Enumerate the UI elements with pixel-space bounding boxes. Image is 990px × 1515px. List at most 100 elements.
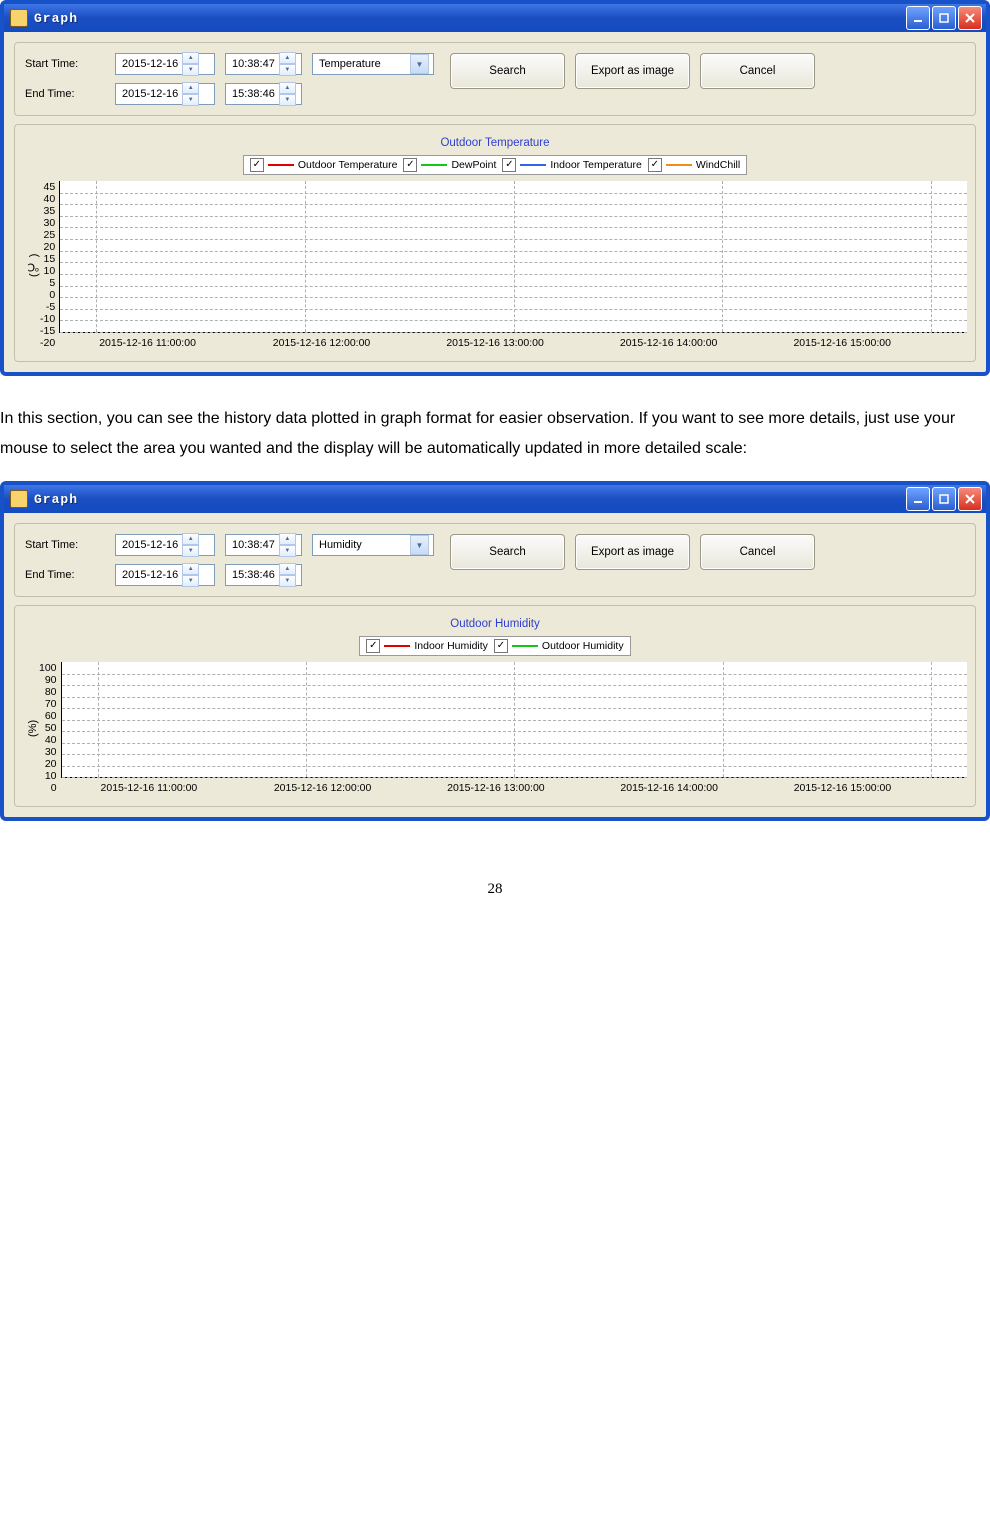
legend-label: Indoor Temperature <box>550 159 641 171</box>
legend-label: Outdoor Temperature <box>298 159 398 171</box>
y-axis: 1009080706050403020100 <box>39 662 61 794</box>
controls-panel: Start Time: 2015-12-16 ▲ ▼ 10:38:47 ▲ ▼ … <box>14 42 976 116</box>
spin-up-icon[interactable]: ▲ <box>182 82 199 94</box>
page-number: 28 <box>0 881 990 898</box>
y-tick: 0 <box>39 782 57 794</box>
x-axis: 2015-12-16 11:00:002015-12-16 12:00:0020… <box>101 782 967 794</box>
close-button[interactable] <box>958 6 982 30</box>
y-tick: 40 <box>40 193 55 205</box>
end-date-input[interactable]: 2015-12-16 ▲ ▼ <box>115 564 215 586</box>
plot-area[interactable] <box>61 662 967 778</box>
x-tick: 2015-12-16 13:00:00 <box>447 782 620 794</box>
y-tick: -15 <box>40 325 55 337</box>
spin-up-icon[interactable]: ▲ <box>182 563 199 575</box>
titlebar[interactable]: Graph <box>4 485 986 513</box>
minimize-button[interactable] <box>906 6 930 30</box>
chart-panel: Outdoor Humidity ✓ Indoor Humidity ✓ Out… <box>14 605 976 807</box>
x-tick: 2015-12-16 12:00:00 <box>273 337 447 349</box>
spin-up-icon[interactable]: ▲ <box>182 533 199 545</box>
spin-up-icon[interactable]: ▲ <box>182 52 199 64</box>
y-tick: 5 <box>40 277 55 289</box>
data-type-combo[interactable]: Humidity ▼ <box>312 534 434 556</box>
export-image-button[interactable]: Export as image <box>575 53 690 89</box>
legend-label: Outdoor Humidity <box>542 640 624 652</box>
y-tick: 40 <box>39 734 57 746</box>
legend-line-icon <box>421 164 447 166</box>
maximize-button[interactable] <box>932 6 956 30</box>
y-tick: 20 <box>39 758 57 770</box>
start-date-input[interactable]: 2015-12-16 ▲ ▼ <box>115 534 215 556</box>
graph-window: Graph Start Time: 2015-12-16 ▲ ▼ 10:38:4… <box>0 0 990 376</box>
search-button[interactable]: Search <box>450 534 565 570</box>
legend-checkbox[interactable]: ✓ <box>366 639 380 653</box>
legend-checkbox[interactable]: ✓ <box>648 158 662 172</box>
y-axis-label: (℃ ) <box>23 181 40 349</box>
legend-line-icon <box>520 164 546 166</box>
cancel-button[interactable]: Cancel <box>700 53 815 89</box>
legend-label: WindChill <box>696 159 740 171</box>
y-tick: 30 <box>39 746 57 758</box>
start-time-label: Start Time: <box>25 539 105 551</box>
start-date-input[interactable]: 2015-12-16 ▲ ▼ <box>115 53 215 75</box>
chart-title: Outdoor Humidity <box>23 618 967 630</box>
legend-checkbox[interactable]: ✓ <box>403 158 417 172</box>
legend-checkbox[interactable]: ✓ <box>502 158 516 172</box>
export-image-button[interactable]: Export as image <box>575 534 690 570</box>
legend-label: DewPoint <box>451 159 496 171</box>
y-tick: 15 <box>40 253 55 265</box>
y-tick: 0 <box>40 289 55 301</box>
spin-down-icon[interactable]: ▼ <box>279 575 296 587</box>
spin-up-icon[interactable]: ▲ <box>279 533 296 545</box>
y-tick: 100 <box>39 662 57 674</box>
app-icon <box>10 490 28 508</box>
chevron-down-icon[interactable]: ▼ <box>410 54 429 74</box>
titlebar[interactable]: Graph <box>4 4 986 32</box>
y-tick: 35 <box>40 205 55 217</box>
spin-down-icon[interactable]: ▼ <box>279 64 296 76</box>
y-tick: 70 <box>39 698 57 710</box>
spin-down-icon[interactable]: ▼ <box>182 94 199 106</box>
spin-down-icon[interactable]: ▼ <box>279 545 296 557</box>
chart-title: Outdoor Temperature <box>23 137 967 149</box>
end-date-input[interactable]: 2015-12-16 ▲ ▼ <box>115 83 215 105</box>
chevron-down-icon[interactable]: ▼ <box>410 535 429 555</box>
minimize-button[interactable] <box>906 487 930 511</box>
chart-panel: Outdoor Temperature ✓ Outdoor Temperatur… <box>14 124 976 362</box>
data-type-combo[interactable]: Temperature ▼ <box>312 53 434 75</box>
start-time-input[interactable]: 10:38:47 ▲ ▼ <box>225 53 302 75</box>
y-tick: -5 <box>40 301 55 313</box>
start-time-input[interactable]: 10:38:47 ▲ ▼ <box>225 534 302 556</box>
legend-line-icon <box>666 164 692 166</box>
y-tick: 20 <box>40 241 55 253</box>
x-axis: 2015-12-16 11:00:002015-12-16 12:00:0020… <box>99 337 967 349</box>
start-time-label: Start Time: <box>25 58 105 70</box>
y-tick: 60 <box>39 710 57 722</box>
y-tick: 25 <box>40 229 55 241</box>
plot-area[interactable] <box>59 181 967 333</box>
y-tick: 10 <box>40 265 55 277</box>
legend-checkbox[interactable]: ✓ <box>494 639 508 653</box>
legend-checkbox[interactable]: ✓ <box>250 158 264 172</box>
spin-down-icon[interactable]: ▼ <box>182 575 199 587</box>
end-time-input[interactable]: 15:38:46 ▲ ▼ <box>225 564 302 586</box>
y-tick: 30 <box>40 217 55 229</box>
end-time-label: End Time: <box>25 88 105 100</box>
y-tick: 90 <box>39 674 57 686</box>
y-axis: 454035302520151050-5-10-15-20 <box>40 181 59 349</box>
spin-down-icon[interactable]: ▼ <box>279 94 296 106</box>
app-icon <box>10 9 28 27</box>
close-button[interactable] <box>958 487 982 511</box>
x-tick: 2015-12-16 12:00:00 <box>274 782 447 794</box>
spin-up-icon[interactable]: ▲ <box>279 82 296 94</box>
controls-panel: Start Time: 2015-12-16 ▲ ▼ 10:38:47 ▲ ▼ … <box>14 523 976 597</box>
x-tick: 2015-12-16 15:00:00 <box>793 337 967 349</box>
spin-up-icon[interactable]: ▲ <box>279 52 296 64</box>
spin-up-icon[interactable]: ▲ <box>279 563 296 575</box>
spin-down-icon[interactable]: ▼ <box>182 545 199 557</box>
spin-down-icon[interactable]: ▼ <box>182 64 199 76</box>
search-button[interactable]: Search <box>450 53 565 89</box>
description-paragraph: In this section, you can see the history… <box>0 404 990 463</box>
cancel-button[interactable]: Cancel <box>700 534 815 570</box>
maximize-button[interactable] <box>932 487 956 511</box>
end-time-input[interactable]: 15:38:46 ▲ ▼ <box>225 83 302 105</box>
